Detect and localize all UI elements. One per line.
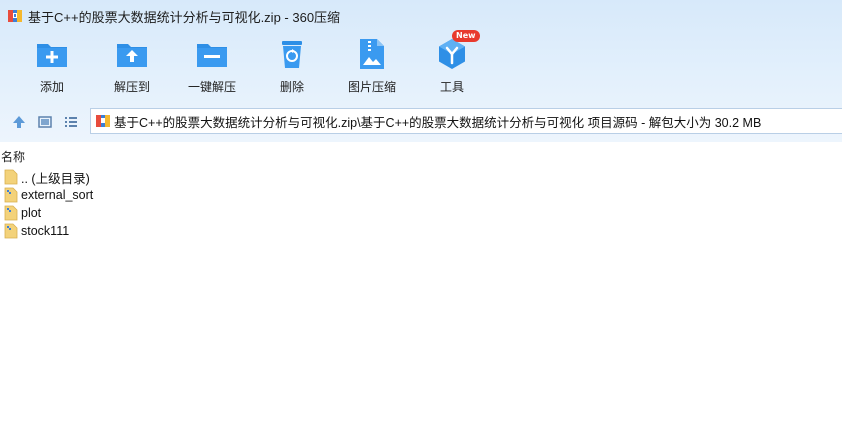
navigation-row: 基于C++的股票大数据统计分析与可视化.zip\基于C++的股票大数据统计分析与…: [0, 108, 842, 136]
delete-button-label: 删除: [279, 80, 304, 94]
extract-to-button[interactable]: 解压到: [97, 36, 167, 100]
list-item[interactable]: plot: [4, 204, 93, 222]
one-click-extract-button-label: 一键解压: [187, 80, 236, 94]
folder-icon: [4, 187, 18, 203]
up-arrow-icon[interactable]: [10, 113, 28, 131]
tools-button-label: 工具: [439, 80, 464, 94]
file-list: 名称 .. (上级目录) external_sort plot stock111: [0, 142, 842, 440]
list-item-name: stock111: [21, 224, 70, 238]
top-panel: 基于C++的股票大数据统计分析与可视化.zip - 360压缩 添加 解压到 一…: [0, 0, 842, 142]
image-compress-icon: [360, 39, 384, 69]
image-compress-button[interactable]: 图片压缩: [337, 36, 407, 100]
archive-file-icon: [96, 115, 110, 127]
window-title: 基于C++的股票大数据统计分析与可视化.zip - 360压缩: [28, 9, 341, 25]
list-item-name: .. (上级目录): [21, 171, 90, 186]
folder-add-icon: [37, 44, 67, 67]
thumbnail-view-icon[interactable]: [36, 113, 54, 131]
folder-oneclick-extract-icon: [197, 44, 227, 67]
list-item[interactable]: stock111: [4, 222, 93, 240]
column-header-name[interactable]: 名称: [0, 148, 25, 164]
file-rows: .. (上级目录) external_sort plot stock111: [4, 168, 93, 240]
address-path: 基于C++的股票大数据统计分析与可视化.zip\基于C++的股票大数据统计分析与…: [114, 115, 762, 130]
folder-extract-icon: [117, 44, 147, 67]
one-click-extract-button[interactable]: 一键解压: [177, 36, 247, 100]
image-compress-button-label: 图片压缩: [347, 80, 396, 94]
add-button-label: 添加: [39, 80, 64, 94]
list-item[interactable]: .. (上级目录): [4, 168, 93, 186]
address-bar[interactable]: 基于C++的股票大数据统计分析与可视化.zip\基于C++的股票大数据统计分析与…: [90, 108, 842, 134]
tools-button[interactable]: New 工具: [417, 30, 487, 100]
recycle-bin-icon: [282, 41, 302, 68]
add-button[interactable]: 添加: [17, 36, 87, 100]
archive-app-icon: [8, 10, 22, 22]
list-item-name: external_sort: [21, 188, 94, 202]
delete-button[interactable]: 删除: [257, 36, 327, 100]
extract-to-button-label: 解压到: [113, 80, 150, 94]
folder-icon: [4, 205, 18, 221]
list-item-name: plot: [21, 206, 42, 220]
list-item[interactable]: external_sort: [4, 186, 93, 204]
tools-icon-wrap: New: [434, 30, 480, 72]
folder-icon: [4, 223, 18, 239]
title-bar: 基于C++的股票大数据统计分析与可视化.zip - 360压缩: [0, 0, 842, 32]
toolbar: 添加 解压到 一键解压 删除 图片压缩 New 工具: [0, 30, 842, 100]
folder-icon: [4, 169, 18, 185]
list-view-icon[interactable]: [62, 113, 80, 131]
new-badge: New: [452, 30, 480, 42]
archive-window: 基于C++的股票大数据统计分析与可视化.zip - 360压缩 添加 解压到 一…: [0, 0, 842, 440]
